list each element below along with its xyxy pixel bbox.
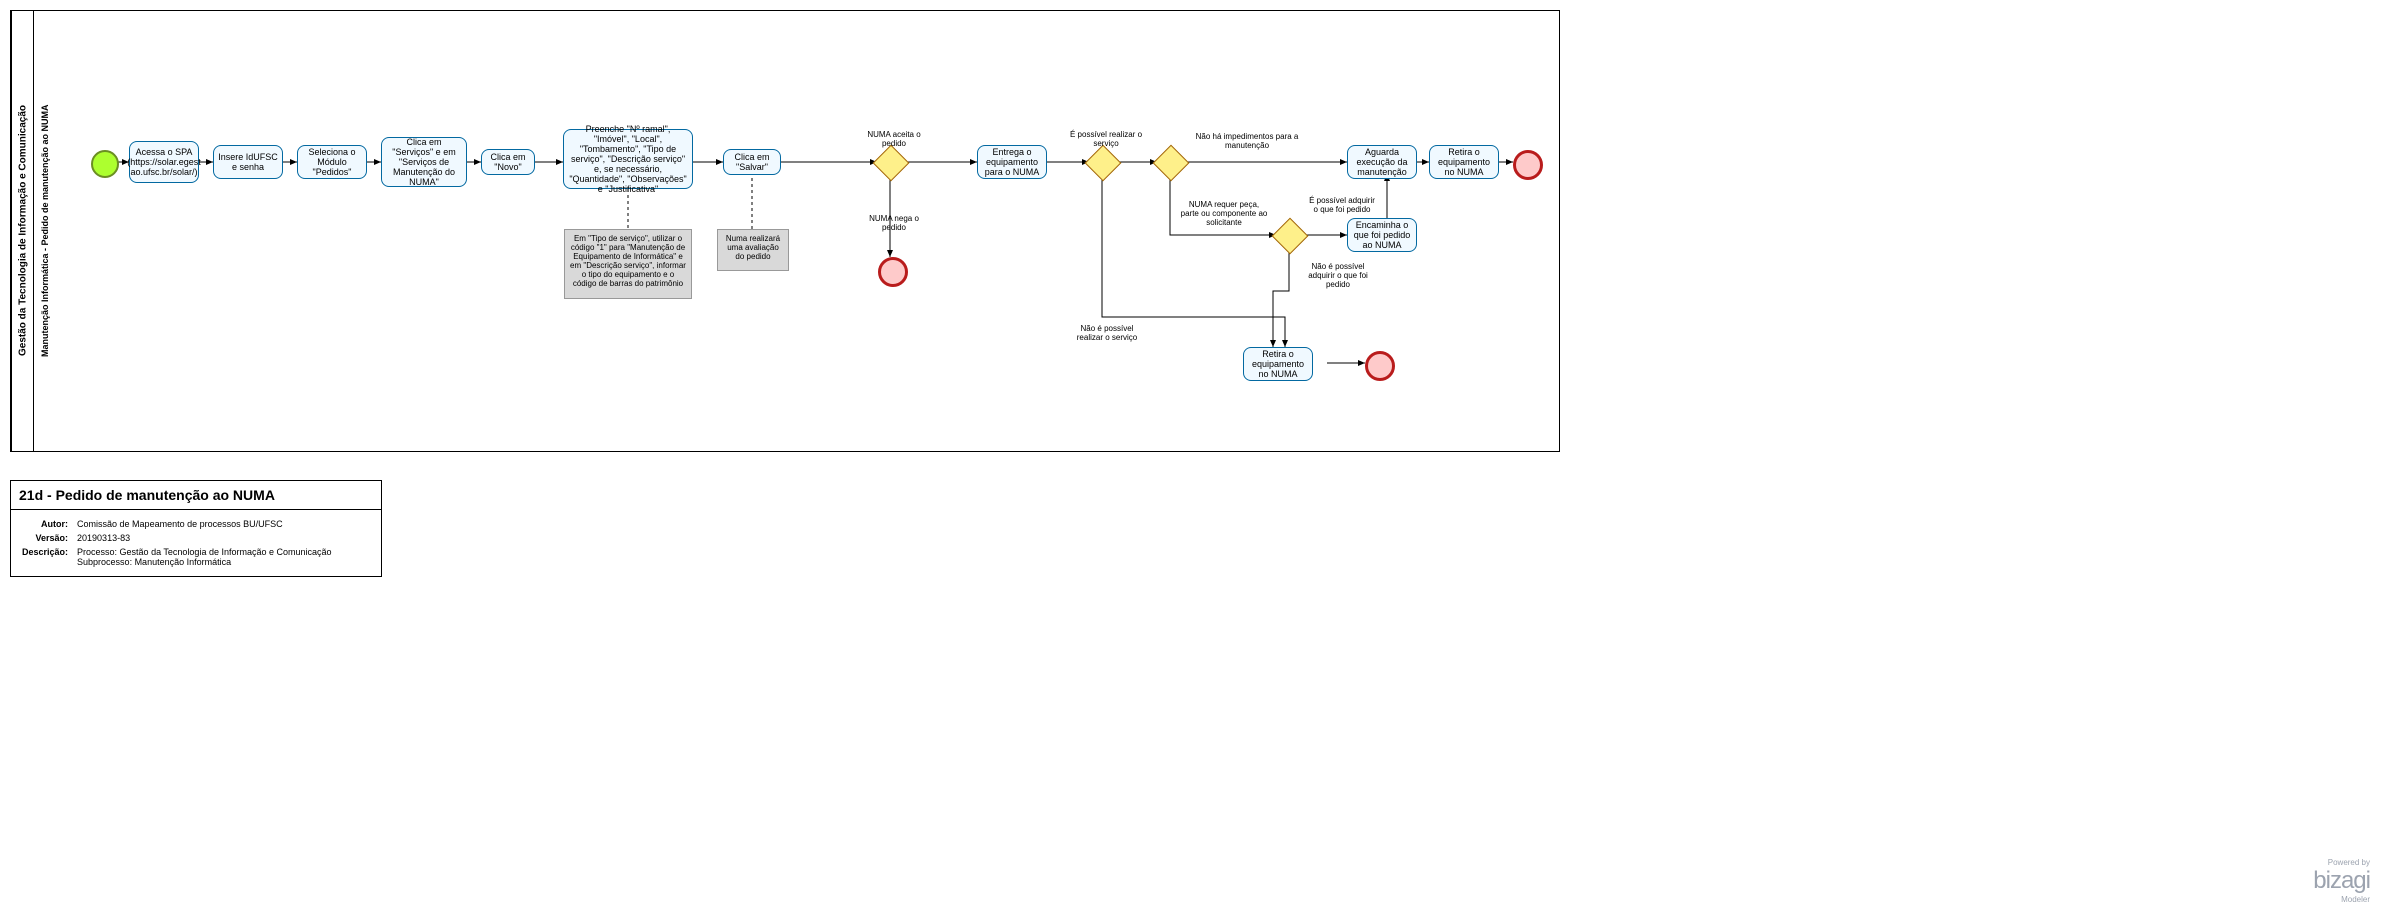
task-clica-novo: Clica em "Novo": [481, 149, 535, 175]
task-salvar: Clica em "Salvar": [723, 149, 781, 175]
logo-powered: Powered by: [2313, 858, 2370, 867]
pool-title: Gestão da Tecnologia de Informação e Com…: [11, 11, 34, 451]
gateway-impedimentos: [1153, 145, 1190, 182]
task-clica-servicos: Clica em "Serviços" e em "Serviços de Ma…: [381, 137, 467, 187]
task-encaminha: Encaminha o que foi pedido ao NUMA: [1347, 218, 1417, 252]
task-preenche: Preenche "Nº ramal", "Imóvel", "Local", …: [563, 129, 693, 189]
label-requer-peca: NUMA requer peça, parte ou componente ao…: [1179, 201, 1269, 227]
info-box: 21d - Pedido de manutenção ao NUMA Autor…: [10, 480, 382, 577]
start-event: [91, 150, 119, 178]
task-insere-id: Insere IdUFSC e senha: [213, 145, 283, 179]
gateway-numa-decide: [873, 145, 910, 182]
value-autor: Comissão de Mapeamento de processos BU/U…: [76, 518, 332, 530]
lane-title: Manutenção Informática - Pedido de manut…: [33, 11, 56, 451]
label-possivel: É possível realizar o serviço: [1067, 131, 1145, 149]
annotation-avaliacao: Numa realizará uma avaliação do pedido: [717, 229, 789, 271]
task-retira-1: Retira o equipamento no NUMA: [1429, 145, 1499, 179]
task-entrega: Entrega o equipamento para o NUMA: [977, 145, 1047, 179]
bizagi-logo: Powered by bizagi Modeler: [2313, 858, 2370, 904]
task-seleciona-modulo: Seleciona o Módulo "Pedidos": [297, 145, 367, 179]
logo-brand: bizagi: [2313, 867, 2370, 895]
label-nega: NUMA nega o pedido: [859, 215, 929, 233]
value-desc2: Subprocesso: Manutenção Informática: [77, 557, 231, 567]
label-aceita: NUMA aceita o pedido: [859, 131, 929, 149]
label-possivel-adq: É possível adquirir o que foi pedido: [1307, 197, 1377, 215]
annotation-tipo-servico: Em "Tipo de serviço", utilizar o código …: [564, 229, 692, 299]
task-retira-2: Retira o equipamento no NUMA: [1243, 347, 1313, 381]
label-autor: Autor:: [21, 518, 74, 530]
value-versao: 20190313-83: [76, 532, 332, 544]
logo-sub: Modeler: [2313, 895, 2370, 904]
value-desc1: Processo: Gestão da Tecnologia de Inform…: [77, 547, 331, 557]
task-aguarda: Aguarda execução da manutenção: [1347, 145, 1417, 179]
end-event-retira: [1365, 351, 1395, 381]
label-nao-adq: Não é possível adquirir o que foi pedido: [1303, 263, 1373, 289]
pool: Gestão da Tecnologia de Informação e Com…: [10, 10, 1560, 452]
label-versao: Versão:: [21, 532, 74, 544]
end-event-final: [1513, 150, 1543, 180]
gateway-adquirir: [1272, 218, 1309, 255]
task-acessa-spa: Acessa o SPA (https://solar.egest ao.ufs…: [129, 141, 199, 183]
label-sem-imped: Não há impedimentos para a manutenção: [1187, 133, 1307, 151]
end-event-negado: [878, 257, 908, 287]
gateway-servico-possivel: [1085, 145, 1122, 182]
label-nao-possivel: Não é possível realizar o serviço: [1067, 325, 1147, 343]
label-descricao: Descrição:: [21, 546, 74, 568]
info-title: 21d - Pedido de manutenção ao NUMA: [11, 481, 381, 510]
